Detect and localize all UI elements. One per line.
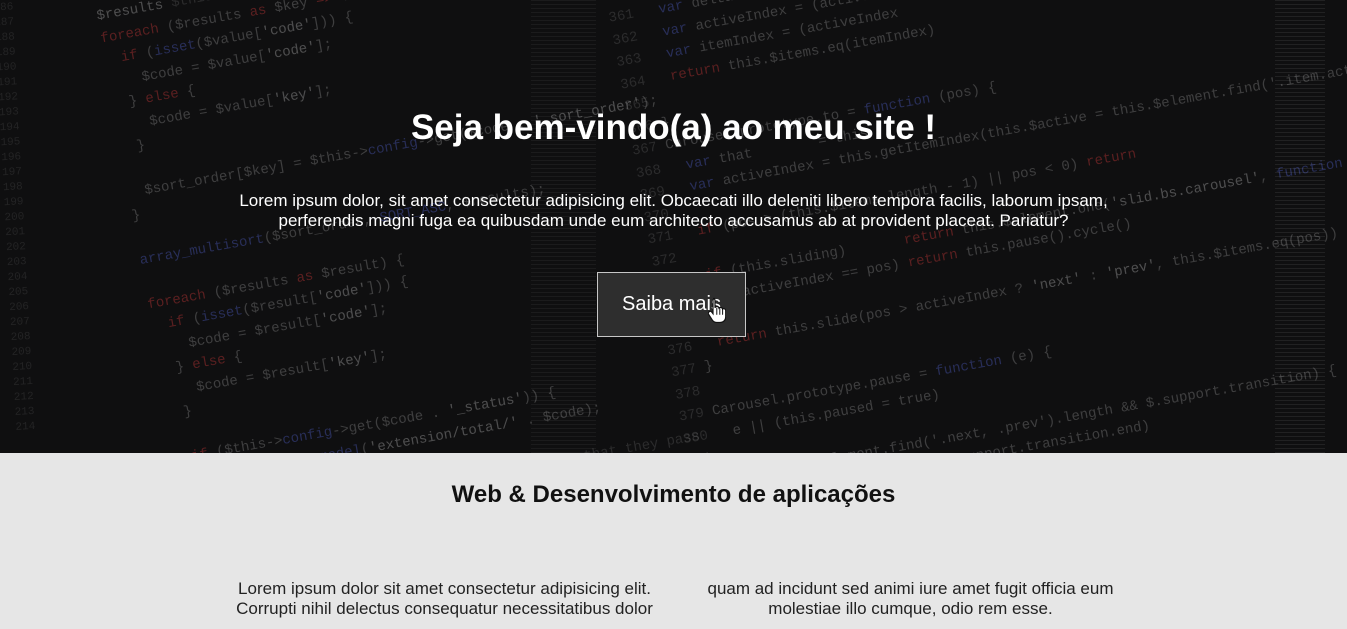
section-column-text: Lorem ipsum dolor sit amet consectetur a…: [236, 579, 653, 618]
hero-title: Seja bem-vindo(a) ao meu site !: [410, 108, 937, 147]
section-title: Web & Desenvolvimento de aplicações: [451, 481, 896, 508]
hero-content: Seja bem-vindo(a) ao meu site ! Lorem ip…: [0, 0, 1347, 453]
hero-description: Lorem ipsum dolor, sit amet consectetur …: [239, 191, 1108, 230]
hero-section: 186 187 188 189 190 191 192 193 194 195 …: [0, 0, 1347, 453]
section-column-text: quam ad incidunt sed animi iure amet fug…: [707, 579, 1114, 618]
hand-pointer-icon: [708, 297, 726, 323]
services-section: Web & Desenvolvimento de aplicações Lore…: [0, 453, 1347, 629]
